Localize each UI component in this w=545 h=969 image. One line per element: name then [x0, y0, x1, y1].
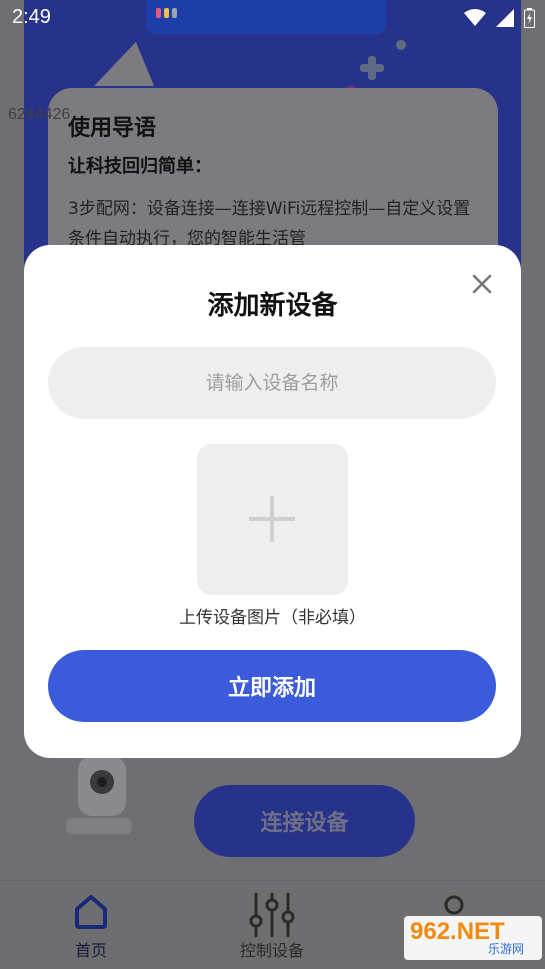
status-bar: 2:49 — [0, 0, 545, 36]
signal-icon — [496, 9, 514, 27]
guide-subtitle: 让科技回归简单： — [68, 156, 212, 177]
plus-icon — [249, 496, 295, 542]
watermark-sub: 乐游网 — [488, 942, 525, 956]
sliders-icon — [249, 893, 295, 937]
nav-item-home[interactable]: 首页 — [21, 881, 161, 969]
speech-bubble-tail — [94, 42, 166, 86]
nav-label-home: 首页 — [74, 941, 107, 960]
wifi-icon — [464, 9, 486, 26]
guide-title: 使用导语 — [68, 116, 157, 141]
faded-code: 6244426 — [8, 106, 71, 123]
nav-item-control[interactable]: 控制设备 — [202, 881, 342, 969]
battery-charging-icon — [524, 8, 535, 28]
status-time: 2:49 — [12, 6, 51, 28]
nav-label-control: 控制设备 — [239, 941, 304, 960]
cross-decoration-icon — [360, 56, 384, 80]
device-name-input[interactable] — [48, 347, 496, 419]
modal-title: 添加新设备 — [207, 291, 338, 321]
upload-image-button[interactable] — [197, 444, 348, 595]
add-now-button[interactable]: 立即添加 — [48, 650, 496, 722]
camera-illustration — [66, 756, 132, 834]
watermark-logo: 962.NET 乐游网 — [404, 916, 542, 960]
connect-device-button[interactable]: 连接设备 — [194, 785, 415, 857]
home-icon — [75, 895, 107, 929]
status-icons — [464, 8, 535, 28]
add-device-modal: 添加新设备 上传设备图片（非必填） 立即添加 — [24, 245, 521, 758]
upload-label: 上传设备图片（非必填） — [179, 608, 366, 628]
decoration-dot — [396, 40, 406, 50]
